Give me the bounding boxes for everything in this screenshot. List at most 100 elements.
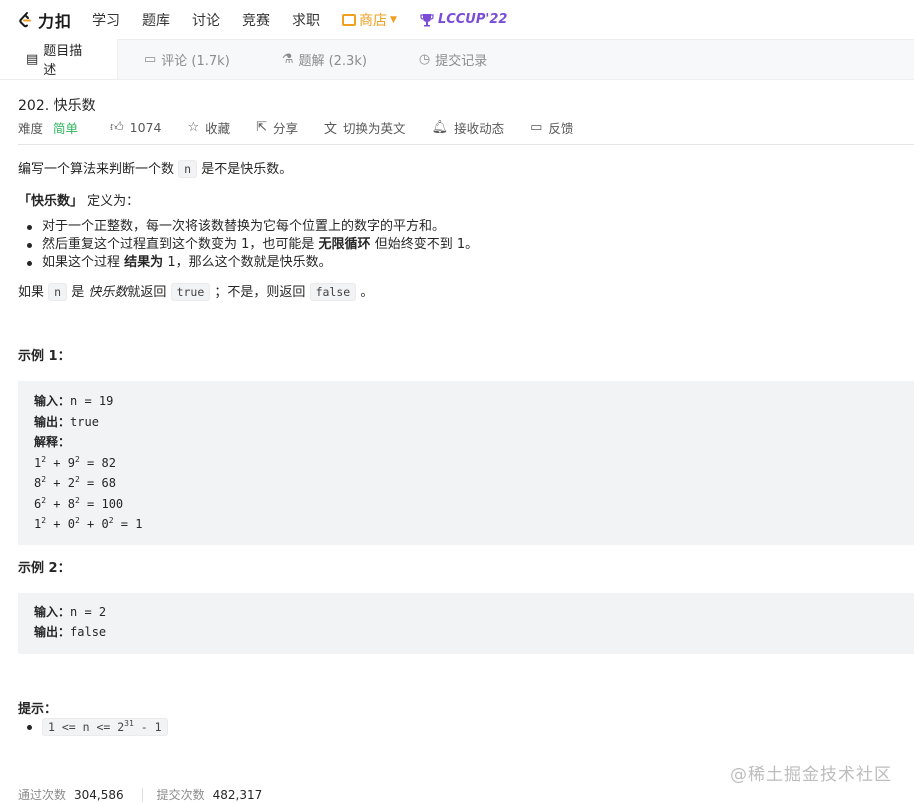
desc-paragraph-3: 如果 n 是 快乐数就返回 true ；不是，则返回 false 。 — [18, 282, 896, 303]
trophy-icon — [420, 13, 434, 26]
share-button[interactable]: ⇱ 分享 — [256, 118, 298, 137]
pass-value: 304,586 — [74, 787, 124, 802]
hints-heading: 提示： — [18, 701, 58, 717]
example-value: true — [70, 414, 99, 429]
list-item: 然后重复这个过程直到这个数变为 1，也可能是 无限循环 但始终变不到 1。 — [27, 236, 896, 254]
example-label: 输入： — [34, 604, 71, 619]
desc-text: 定义为： — [87, 194, 140, 209]
share-label: 分享 — [273, 121, 299, 136]
leetcode-logo-icon — [19, 11, 31, 27]
tab-description[interactable]: ▤ 题目描述 — [0, 39, 118, 79]
notify-label: 接收动态 — [454, 121, 505, 136]
tab-comments-label: 评论 (1.7k) — [161, 53, 230, 69]
nav-learn[interactable]: 学习 — [92, 10, 120, 30]
desc-emphasis: 快乐数 — [88, 285, 128, 300]
pass-label: 通过次数 — [18, 788, 67, 802]
nav-store[interactable]: 商店 ▼ — [342, 10, 397, 30]
like-button[interactable]: 👍︎ 1074 — [110, 120, 161, 135]
notify-button[interactable]: 🔔︎ 接收动态 — [432, 118, 505, 137]
desc-text: 是不是快乐数。 — [201, 162, 293, 177]
example-value: n = 2 — [70, 604, 107, 619]
nav-store-label: 商店 — [359, 12, 388, 29]
hints-list: 1 <= n <= 231 - 1 — [27, 717, 896, 737]
inline-code: n — [178, 160, 198, 178]
inline-code: false — [309, 283, 357, 301]
rule-text: 然后重复这个过程直到这个数变为 1，也可能是 — [42, 237, 315, 252]
explain-line: 12 + 92 = 82 — [34, 454, 116, 470]
watermark: @稀土掘金技术社区 — [730, 765, 892, 785]
nav-problems[interactable]: 题库 — [142, 10, 170, 30]
logo[interactable]: 力扣 — [16, 8, 72, 32]
top-nav: 力扣 学习 题库 讨论 竞赛 求职 商店 ▼ LCCUP'22 — [0, 0, 914, 40]
example-label: 输出： — [34, 625, 71, 639]
favorite-label: 收藏 — [205, 121, 231, 136]
nav-jobs[interactable]: 求职 — [292, 10, 320, 30]
tab-submissions[interactable]: ◷ 提交记录 — [393, 39, 513, 79]
rule-text: 但始终变不到 1。 — [374, 237, 479, 252]
example-label: 输入： — [34, 394, 71, 408]
example-2-block: 输入：n = 2 输出：false — [18, 592, 914, 654]
nav-contest[interactable]: 竞赛 — [242, 10, 270, 30]
submission-stats: 通过次数 304,586 提交次数 482,317 — [18, 786, 262, 803]
tab-bar: ▤ 题目描述 ▭ 评论 (1.7k) ⚗ 题解 (2.3k) ◷ 提交记录 — [0, 39, 914, 80]
tab-comments[interactable]: ▭ 评论 (1.7k) — [118, 39, 256, 79]
example-label: 输出： — [34, 414, 71, 429]
example-2-input: 输入：n = 2 — [34, 602, 898, 623]
bell-icon: 🔔︎ — [431, 120, 449, 135]
star-icon: ☆ — [187, 120, 200, 135]
lccup-label: LCCUP'22 — [437, 12, 508, 27]
translate-button[interactable]: 文 切换为英文 — [324, 118, 406, 137]
example-2-output: 输出：false — [34, 622, 898, 643]
nav-discuss[interactable]: 讨论 — [192, 10, 220, 30]
desc-text: 。 — [360, 285, 374, 300]
problem-content: 202. 快乐数 难度 简单 👍︎ 1074 ☆ 收藏 ⇱ 分享 文 切换为英文… — [0, 95, 914, 737]
problem-description: 编写一个算法来判断一个数 n 是不是快乐数。 「快乐数」 定义为： 对于一个正整… — [18, 159, 914, 737]
desc-text: 就返回 — [127, 285, 167, 300]
rules-list: 对于一个正整数，每一次将该数替换为它每个位置上的数字的平方和。 然后重复这个过程… — [27, 218, 896, 272]
tab-solutions-label: 题解 (2.3k) — [298, 53, 367, 69]
translate-icon: 文 — [324, 122, 338, 137]
example-1-output: 输出：true — [34, 412, 898, 433]
like-count: 1074 — [129, 120, 162, 135]
example-value: n = 19 — [70, 394, 114, 408]
list-item: 对于一个正整数，每一次将该数替换为它每个位置上的数字的平方和。 — [27, 218, 896, 236]
history-icon: ◷ — [418, 51, 431, 67]
constraint-code: 1 <= n <= 231 - 1 — [42, 717, 168, 736]
difficulty-label: 难度 — [18, 121, 44, 136]
desc-bold: 「快乐数」 — [18, 194, 84, 209]
example-1-block: 输入：n = 19 输出：true 解释： 12 + 92 = 82 82 + … — [18, 381, 914, 545]
rule-bold: 无限循环 — [318, 237, 371, 252]
store-icon — [342, 13, 357, 26]
desc-text: ；不是，则返回 — [214, 285, 306, 300]
feedback-label: 反馈 — [548, 121, 574, 136]
chevron-down-icon: ▼ — [390, 14, 397, 25]
submit-value: 482,317 — [212, 787, 263, 802]
desc-paragraph-1: 编写一个算法来判断一个数 n 是不是快乐数。 — [18, 159, 896, 180]
example-1-heading: 示例 1： — [18, 349, 71, 364]
rule-bold: 结果为 — [124, 255, 164, 270]
inline-code: true — [170, 283, 211, 301]
doc-icon: ▤ — [26, 51, 39, 67]
logo-text: 力扣 — [38, 11, 73, 31]
list-item: 如果这个过程 结果为 1，那么这个数就是快乐数。 — [27, 254, 896, 272]
inline-code: n — [48, 283, 68, 301]
tab-solutions[interactable]: ⚗ 题解 (2.3k) — [256, 39, 393, 79]
desc-paragraph-2: 「快乐数」 定义为： — [18, 192, 896, 212]
favorite-button[interactable]: ☆ 收藏 — [187, 118, 230, 137]
submit-label: 提交次数 — [156, 788, 205, 802]
example-label: 解释： — [34, 435, 71, 449]
example-1-input: 输入：n = 19 — [34, 391, 898, 412]
thumbs-up-icon: 👍︎ — [110, 120, 124, 135]
feedback-button[interactable]: ▭ 反馈 — [530, 118, 573, 137]
tab-description-label: 题目描述 — [43, 44, 83, 78]
nav-lccup[interactable]: LCCUP'22 — [419, 12, 508, 28]
explain-line: 62 + 82 = 100 — [34, 495, 124, 511]
flask-icon: ⚗ — [281, 51, 294, 67]
rule-text: 对于一个正整数，每一次将该数替换为它每个位置上的数字的平方和。 — [42, 219, 446, 234]
share-icon: ⇱ — [256, 120, 268, 135]
divider — [141, 787, 143, 802]
explain-line: 12 + 02 + 02 = 1 — [34, 516, 143, 532]
feedback-icon: ▭ — [530, 120, 543, 135]
rule-text: 1，那么这个数就是快乐数。 — [167, 255, 332, 270]
rule-text: 如果这个过程 — [42, 255, 121, 270]
